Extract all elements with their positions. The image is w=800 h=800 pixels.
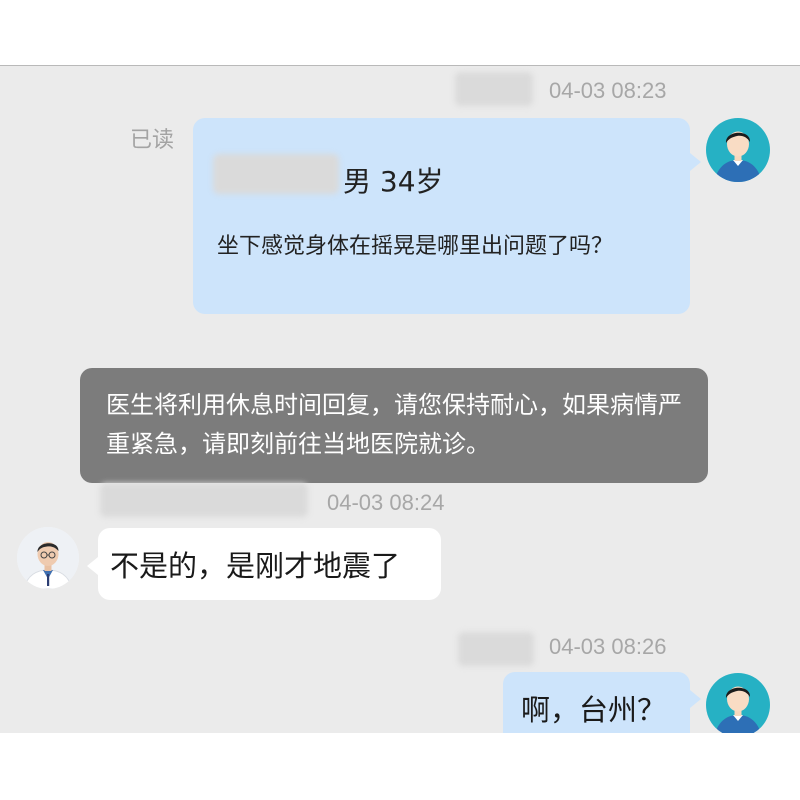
blurred-patient-name: [213, 154, 339, 194]
doctor-reply-bubble[interactable]: 不是的，是刚才地震了: [98, 528, 441, 600]
doctor-photo-avatar[interactable]: [17, 527, 79, 589]
bubble-tail: [690, 153, 701, 171]
read-status-label: 已读: [130, 128, 175, 153]
patient-gender-age: 男 34岁: [343, 165, 444, 198]
message-timestamp: 04-03 08:24: [327, 490, 445, 515]
patient-question-text: 坐下感觉身体在摇晃是哪里出问题了吗？: [217, 234, 614, 259]
patient-question-bubble[interactable]: 男 34岁 坐下感觉身体在摇晃是哪里出问题了吗？: [193, 118, 690, 314]
blurred-doctor-name: [100, 483, 308, 517]
top-border-area: [0, 0, 800, 66]
patient-followup-bubble[interactable]: 啊，台州？: [503, 672, 690, 733]
blurred-sender-name: [458, 632, 534, 666]
patient-avatar-icon[interactable]: [706, 118, 770, 182]
bubble-tail: [87, 557, 98, 575]
patient-avatar-icon[interactable]: [706, 673, 770, 733]
doctor-icon: [17, 527, 79, 589]
blurred-sender-name: [455, 72, 533, 106]
doctor-reply-text: 不是的，是刚才地震了: [110, 549, 401, 583]
message-timestamp: 04-03 08:23: [549, 78, 667, 103]
system-notice-bubble: 医生将利用休息时间回复，请您保持耐心，如果病情严重紧急，请即刻前往当地医院就诊。: [80, 368, 708, 483]
person-icon: [714, 131, 762, 182]
bottom-border-area: [0, 733, 800, 800]
patient-followup-text: 啊，台州？: [521, 693, 667, 727]
bubble-tail: [690, 690, 701, 708]
message-timestamp: 04-03 08:26: [549, 634, 667, 659]
person-icon: [715, 686, 761, 733]
chat-message-list[interactable]: 04-03 08:23 已读 男 34岁 坐下感觉身体在摇晃是哪里出问题了吗？ …: [0, 66, 800, 733]
